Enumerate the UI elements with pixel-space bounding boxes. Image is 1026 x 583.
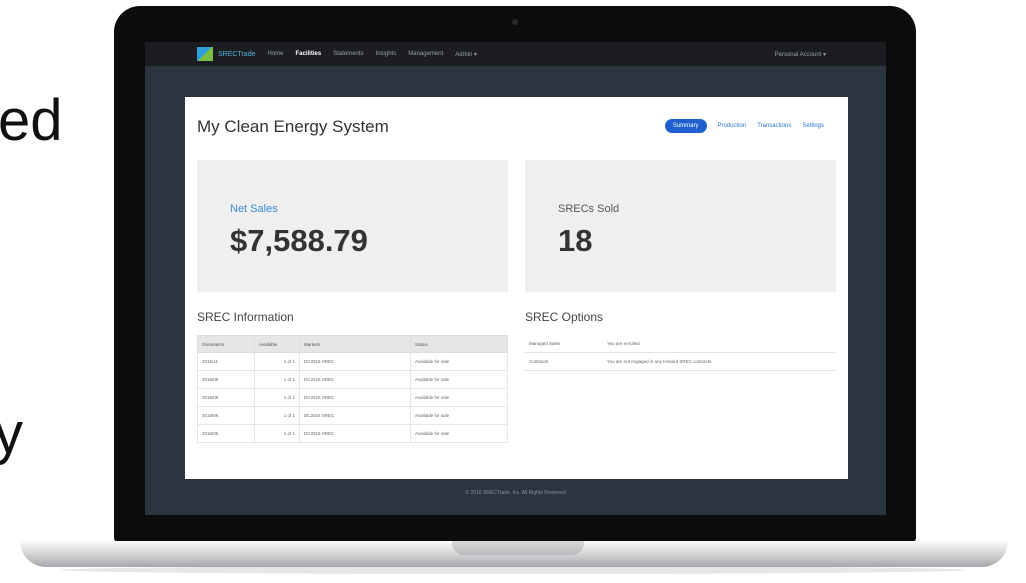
net-sales-panel: Net Sales $7,588.79 [197,160,508,292]
list-item: Managed Sales You are enrolled [525,335,836,353]
background-text-fragment-top: ed [0,88,63,153]
option-value: You are not engaged in any forward SREC … [603,352,836,371]
cell-markets: DC2016 SREC [299,370,411,389]
cell-markets: DC2016 SREC [299,352,411,371]
cell-generation: 2016/11 [197,352,255,371]
tab-production[interactable]: Production [718,123,747,129]
option-label: Managed Sales [525,335,603,353]
table-header-row: Generation Available Markets Status [197,335,508,353]
srec-information-title: SREC Information [197,310,294,324]
cell-generation: 2016/05 [197,424,255,443]
nav-links: Home Facilities Statements Insights Mana… [267,51,488,58]
table-row: 2016/06 1 of 1 DC2016 SREC Available for… [197,406,508,425]
srecs-sold-label: SRECs Sold [558,203,620,215]
cell-available: 1 of 1 [254,424,300,443]
page-title: My Clean Energy System [197,117,389,136]
net-sales-value: $7,588.79 [230,223,368,258]
table-row: 2016/09 1 of 1 DC2016 SREC Available for… [197,370,508,389]
tab-settings[interactable]: Settings [802,123,824,129]
nav-link-home[interactable]: Home [267,51,283,58]
table-row: 2016/09 1 of 1 DC2016 SREC Available for… [197,388,508,407]
cell-available: 1 of 1 [254,370,300,389]
nav-link-admin[interactable]: Admin ▾ [455,51,477,58]
tab-summary[interactable]: Summary [664,119,707,133]
laptop-frame: SRECTrade Home Facilities Statements Ins… [114,6,916,542]
list-item: Contracts You are not engaged in any for… [525,352,836,371]
laptop-screen: SRECTrade Home Facilities Statements Ins… [145,42,886,515]
logo-icon [197,47,213,61]
cell-available: 1 of 1 [254,352,300,371]
main-card: My Clean Energy System Summary Productio… [185,97,848,479]
cell-status: Available for sale [410,406,508,425]
option-label: Contracts [525,352,603,371]
srec-options-title: SREC Options [525,310,604,324]
nav-link-facilities[interactable]: Facilities [296,51,322,58]
srecs-sold-value: 18 [558,223,593,258]
laptop-notch [452,541,584,555]
cell-generation: 2016/09 [197,388,255,407]
background-text-fragment-bottom: y [0,401,23,466]
cell-status: Available for sale [410,388,508,407]
option-value: You are enrolled [603,335,836,353]
nav-link-statements[interactable]: Statements [333,51,363,58]
nav-link-insights[interactable]: Insights [376,51,397,58]
logo-text: SRECTrade [218,50,256,58]
cell-markets: DC2016 SREC [299,424,411,443]
column-header-generation: Generation [197,335,255,353]
table-row: 2016/05 1 of 1 DC2016 SREC Available for… [197,424,508,443]
column-header-status: Status [410,335,508,353]
laptop-shadow [60,566,966,574]
logo[interactable]: SRECTrade [197,47,255,61]
srec-options-table: Managed Sales You are enrolled Contracts… [525,335,836,371]
cell-status: Available for sale [410,352,508,371]
tab-transactions[interactable]: Transactions [757,123,791,129]
cell-markets: DC2016 SREC [299,406,411,425]
srecs-sold-panel: SRECs Sold 18 [525,160,836,292]
cell-generation: 2016/09 [197,370,255,389]
nav-link-management[interactable]: Management [408,51,443,58]
cell-status: Available for sale [410,424,508,443]
column-header-markets: Markets [299,335,411,353]
account-menu[interactable]: Personal Account ▾ [775,51,826,58]
page-tabs: Summary Production Transactions Settings [664,119,824,133]
cell-available: 1 of 1 [254,388,300,407]
table-row: 2016/11 1 of 1 DC2016 SREC Available for… [197,352,508,371]
cell-markets: DC2016 SREC [299,388,411,407]
srec-information-table: Generation Available Markets Status 2016… [197,335,508,443]
top-navbar: SRECTrade Home Facilities Statements Ins… [145,42,886,66]
camera-icon [512,19,518,25]
cell-available: 1 of 1 [254,406,300,425]
column-header-available: Available [254,335,300,353]
net-sales-label[interactable]: Net Sales [230,203,278,215]
footer-copyright: © 2016 SRECTrade, Inc. All Rights Reserv… [465,490,566,496]
cell-generation: 2016/06 [197,406,255,425]
cell-status: Available for sale [410,370,508,389]
